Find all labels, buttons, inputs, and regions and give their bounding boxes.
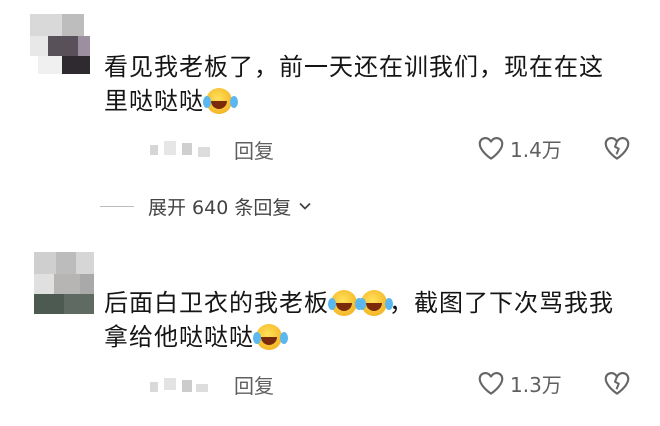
laughing-crying-emoji xyxy=(358,290,387,316)
reply-button[interactable]: 回复 xyxy=(234,370,274,399)
avatar-blurred[interactable] xyxy=(34,252,98,316)
heart-icon xyxy=(478,371,504,395)
username-blurred[interactable] xyxy=(150,374,212,394)
comment-text: 后面白卫衣的我老板 ，截图了下次骂我我拿给他哒哒哒 xyxy=(104,289,614,351)
comment-item: 后面白卫衣的我老板 ，截图了下次骂我我拿给他哒哒哒 回复 1.3万 xyxy=(0,0,660,426)
comment-meta: 回复 1.3万 xyxy=(0,368,660,398)
like-button[interactable]: 1.3万 xyxy=(476,368,562,398)
laughing-crying-emoji xyxy=(253,324,282,350)
like-count: 1.3万 xyxy=(510,372,562,397)
broken-heart-icon[interactable] xyxy=(602,368,632,398)
laughing-crying-emoji xyxy=(328,290,357,316)
